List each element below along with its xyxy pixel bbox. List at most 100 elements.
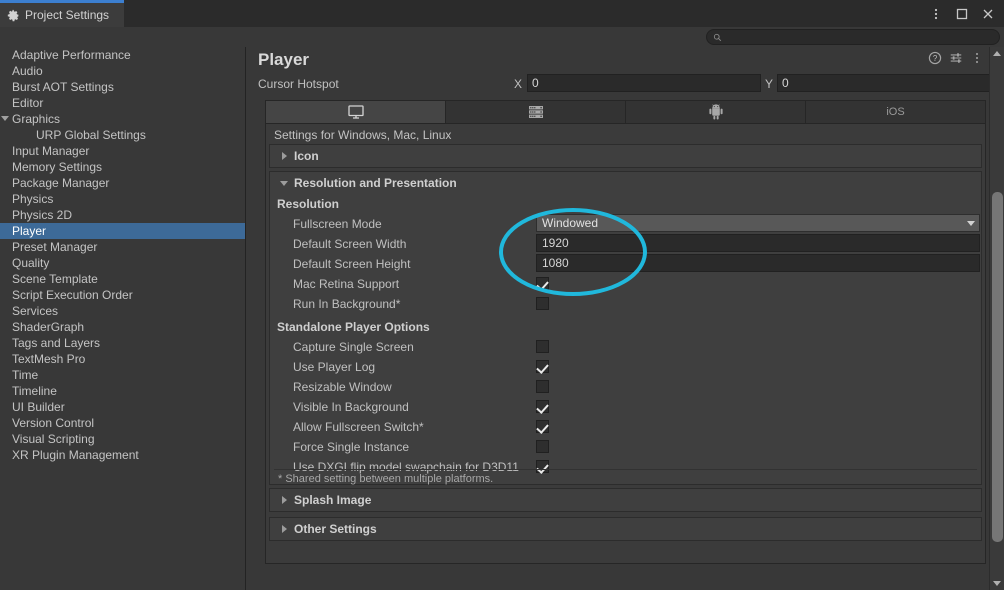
- section-icon[interactable]: Icon: [269, 144, 982, 168]
- capture-single-screen-label: Capture Single Screen: [293, 340, 414, 354]
- sidebar-item-visual-scripting[interactable]: Visual Scripting: [0, 431, 245, 447]
- help-icon[interactable]: ?: [928, 51, 942, 65]
- sidebar-item-scene-template[interactable]: Scene Template: [0, 271, 245, 287]
- sidebar-item-label: Burst AOT Settings: [12, 80, 114, 94]
- tab-ios-label: iOS: [886, 106, 905, 118]
- sidebar-item-package-manager[interactable]: Package Manager: [0, 175, 245, 191]
- section-splash-image-header[interactable]: Splash Image: [270, 489, 981, 511]
- window-menu-button[interactable]: [924, 3, 948, 25]
- sidebar-item-label: Visual Scripting: [12, 432, 95, 446]
- sidebar-item-time[interactable]: Time: [0, 367, 245, 383]
- platform-tab-bar[interactable]: iOS: [265, 100, 986, 124]
- run-in-background-label: Run In Background*: [293, 297, 401, 311]
- allow-fullscreen-switch-checkbox[interactable]: [536, 420, 549, 433]
- sidebar-item-input-manager[interactable]: Input Manager: [0, 143, 245, 159]
- fullscreen-mode-dropdown[interactable]: Windowed: [536, 214, 980, 232]
- row-resizable-window: Resizable Window: [270, 377, 981, 397]
- sidebar-item-label: Player: [12, 224, 47, 238]
- divider: [274, 469, 977, 470]
- mac-retina-support-checkbox[interactable]: [536, 277, 549, 290]
- sidebar-item-quality[interactable]: Quality: [0, 255, 245, 271]
- server-icon: [528, 106, 543, 118]
- window-tab-bar: Project Settings: [0, 0, 1004, 27]
- sidebar-item-version-control[interactable]: Version Control: [0, 415, 245, 431]
- sidebar-item-preset-manager[interactable]: Preset Manager: [0, 239, 245, 255]
- panel-header-icons: ?: [928, 51, 984, 65]
- section-other-settings-label: Other Settings: [294, 522, 377, 536]
- sidebar-item-urp-global-settings[interactable]: URP Global Settings: [0, 127, 245, 143]
- sidebar-item-shadergraph[interactable]: ShaderGraph: [0, 319, 245, 335]
- sidebar-item-textmesh-pro[interactable]: TextMesh Pro: [0, 351, 245, 367]
- sidebar-item-graphics[interactable]: Graphics: [0, 111, 245, 127]
- section-splash-image[interactable]: Splash Image: [269, 488, 982, 512]
- scroll-up-arrow-icon[interactable]: [993, 51, 1001, 56]
- default-screen-height-input[interactable]: 1080: [536, 254, 980, 272]
- cursor-hotspot-x-input[interactable]: 0: [527, 74, 761, 92]
- sidebar-item-label: Tags and Layers: [12, 336, 101, 350]
- vertical-scrollbar[interactable]: [989, 47, 1004, 590]
- cursor-hotspot-y-value: 0: [782, 76, 789, 90]
- resizable-window-checkbox[interactable]: [536, 380, 549, 393]
- use-dxgi-flip-model-swapchain-for-d3d11-label: Use DXGI flip model swapchain for D3D11: [293, 460, 519, 474]
- tab-dedicated-server[interactable]: [446, 101, 626, 123]
- section-resolution-header[interactable]: Resolution and Presentation: [270, 172, 981, 194]
- sidebar-item-physics[interactable]: Physics: [0, 191, 245, 207]
- section-resolution-label: Resolution and Presentation: [294, 176, 457, 190]
- section-other-settings[interactable]: Other Settings: [269, 517, 982, 541]
- sidebar-item-player[interactable]: Player: [0, 223, 245, 239]
- sidebar-item-adaptive-performance[interactable]: Adaptive Performance: [0, 47, 245, 63]
- sidebar-item-label: Time: [12, 368, 39, 382]
- sidebar-item-editor[interactable]: Editor: [0, 95, 245, 111]
- run-in-background-checkbox[interactable]: [536, 297, 549, 310]
- default-screen-height-label: Default Screen Height: [293, 257, 411, 271]
- use-dxgi-flip-model-swapchain-for-d3d11-checkbox[interactable]: [536, 460, 549, 473]
- cursor-hotspot-y-label: Y: [765, 77, 774, 91]
- row-default-screen-height: Default Screen Height 1080: [270, 254, 981, 274]
- row-run-in-background: Run In Background*: [270, 294, 981, 314]
- visible-in-background-checkbox[interactable]: [536, 400, 549, 413]
- sidebar-item-services[interactable]: Services: [0, 303, 245, 319]
- use-player-log-checkbox[interactable]: [536, 360, 549, 373]
- cursor-hotspot-y-input[interactable]: 0: [777, 74, 997, 92]
- tab-android[interactable]: [626, 101, 806, 123]
- section-icon-header[interactable]: Icon: [270, 145, 981, 167]
- monitor-icon: [347, 105, 364, 119]
- window-close-button[interactable]: [976, 3, 1000, 25]
- force-single-instance-checkbox[interactable]: [536, 440, 549, 453]
- sidebar-item-script-execution-order[interactable]: Script Execution Order: [0, 287, 245, 303]
- allow-fullscreen-switch-label: Allow Fullscreen Switch*: [293, 420, 424, 434]
- search-input[interactable]: [706, 29, 1000, 45]
- page-title: Player: [258, 50, 310, 69]
- window-maximize-button[interactable]: [950, 3, 974, 25]
- chevron-right-icon: [282, 496, 287, 504]
- sidebar-item-memory-settings[interactable]: Memory Settings: [0, 159, 245, 175]
- sidebar-item-ui-builder[interactable]: UI Builder: [0, 399, 245, 415]
- search-row: [0, 27, 1004, 47]
- scrollbar-thumb[interactable]: [992, 192, 1003, 542]
- section-other-settings-header[interactable]: Other Settings: [270, 518, 981, 540]
- preset-icon[interactable]: [949, 51, 963, 65]
- tab-ios[interactable]: iOS: [806, 101, 985, 123]
- scroll-down-arrow-icon[interactable]: [993, 581, 1001, 586]
- sidebar-item-physics-2d[interactable]: Physics 2D: [0, 207, 245, 223]
- sidebar-item-timeline[interactable]: Timeline: [0, 383, 245, 399]
- sidebar-item-label: Physics 2D: [12, 208, 73, 222]
- sidebar-item-label: Quality: [12, 256, 50, 270]
- chevron-down-icon[interactable]: [1, 116, 9, 121]
- fullscreen-mode-value: Windowed: [542, 216, 599, 230]
- capture-single-screen-checkbox[interactable]: [536, 340, 549, 353]
- settings-category-list[interactable]: Adaptive Performance Audio Burst AOT Setti…: [0, 47, 246, 590]
- panel-menu-icon[interactable]: [970, 51, 984, 65]
- default-screen-height-value: 1080: [542, 256, 569, 270]
- tab-standalone[interactable]: [266, 101, 446, 123]
- sidebar-item-label: Scene Template: [12, 272, 98, 286]
- row-default-screen-width: Default Screen Width 1920: [270, 234, 981, 254]
- tab-project-settings[interactable]: Project Settings: [0, 0, 124, 27]
- android-icon: [708, 104, 723, 120]
- row-mac-retina-support: Mac Retina Support: [270, 274, 981, 294]
- sidebar-item-xr-plugin-management[interactable]: XR Plugin Management: [0, 447, 245, 463]
- sidebar-item-audio[interactable]: Audio: [0, 63, 245, 79]
- sidebar-item-tags-and-layers[interactable]: Tags and Layers: [0, 335, 245, 351]
- sidebar-item-burst-aot-settings[interactable]: Burst AOT Settings: [0, 79, 245, 95]
- default-screen-width-input[interactable]: 1920: [536, 234, 980, 252]
